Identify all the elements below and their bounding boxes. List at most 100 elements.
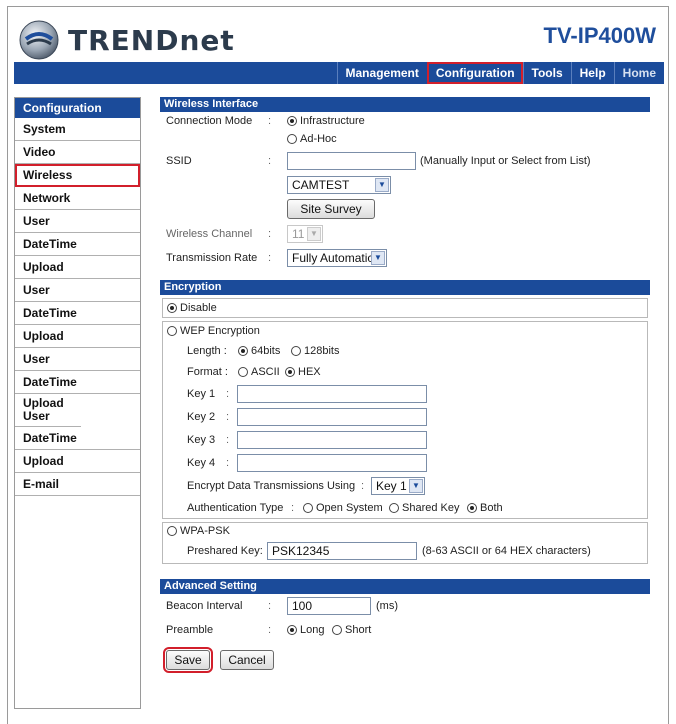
beacon-interval-input[interactable]: 100 xyxy=(287,597,371,615)
save-button[interactable]: Save xyxy=(163,647,213,673)
sidebar-item-video[interactable]: Video xyxy=(15,141,140,164)
radio-128bits[interactable]: 128bits xyxy=(291,345,339,357)
cancel-button[interactable]: Cancel xyxy=(220,650,274,670)
sidebar-item-wireless[interactable]: Wireless xyxy=(15,164,140,187)
sidebar-item-datetime[interactable]: DateTime xyxy=(15,233,140,256)
key2-label: Key 2 xyxy=(187,410,216,423)
chevron-down-icon: ▼ xyxy=(307,227,321,241)
hex-label: HEX xyxy=(298,366,321,378)
main-panel: Wireless Interface Connection Mode : Inf… xyxy=(160,97,650,678)
chevron-down-icon: ▼ xyxy=(409,479,423,493)
connection-mode-label: Connection Mode xyxy=(166,115,253,127)
sidebar-item-user[interactable]: User xyxy=(15,348,140,371)
long-label: Long xyxy=(300,624,325,636)
encryption-disable-box: Disable xyxy=(162,298,648,318)
preshared-key-input[interactable]: PSK12345 xyxy=(267,542,417,560)
wpa-label: WPA-PSK xyxy=(180,525,230,537)
radio-icon xyxy=(291,346,301,357)
ssid-list-select[interactable]: CAMTEST ▼ xyxy=(287,176,391,194)
radio-icon xyxy=(167,326,177,337)
sidebar-item-system[interactable]: System xyxy=(15,118,140,141)
key4-input[interactable] xyxy=(237,453,427,472)
radio-icon xyxy=(238,367,248,378)
transmission-rate-select[interactable]: Fully Automatic ▼ xyxy=(287,249,387,267)
radio-infrastructure[interactable]: Infrastructure xyxy=(287,115,365,127)
radio-long[interactable]: Long xyxy=(287,624,324,636)
radio-icon xyxy=(303,503,313,514)
trendnet-logo-icon xyxy=(19,20,59,60)
nav-tools[interactable]: Tools xyxy=(522,62,571,84)
channel-value: 11 xyxy=(292,227,305,241)
radio-short[interactable]: Short xyxy=(332,624,371,636)
radio-icon xyxy=(332,625,342,636)
colon: : xyxy=(226,456,230,469)
sidebar-item-user[interactable]: User xyxy=(15,279,140,302)
transmission-rate-label: Transmission Rate xyxy=(166,252,258,264)
section-encryption: Encryption xyxy=(160,280,650,295)
sidebar-item-upload[interactable]: Upload xyxy=(15,325,140,348)
colon: : xyxy=(226,387,230,400)
encryption-wep-box: WEP Encryption Length : 64bits 128bits F… xyxy=(162,321,648,519)
radio-open-system[interactable]: Open System xyxy=(303,502,383,514)
key1-label: Key 1 xyxy=(187,387,216,400)
key1-input[interactable] xyxy=(237,384,427,403)
format-label: Format : xyxy=(187,366,228,378)
colon: : xyxy=(268,155,272,167)
encrypt-using-select[interactable]: Key 1 ▼ xyxy=(371,477,425,495)
key3-input[interactable] xyxy=(237,430,427,449)
sidebar-item-user[interactable]: User xyxy=(15,210,140,233)
radio-shared-key[interactable]: Shared Key xyxy=(389,502,459,514)
sidebar-item-datetime[interactable]: DateTime xyxy=(15,427,140,450)
section-advanced-setting: Advanced Setting xyxy=(160,579,650,594)
wireless-channel-label: Wireless Channel xyxy=(166,228,253,240)
wireless-channel-select: 11 ▼ xyxy=(287,225,323,243)
colon: : xyxy=(268,252,272,264)
sidebar-item-email[interactable]: E-mail xyxy=(15,473,140,496)
wep-label: WEP Encryption xyxy=(180,325,260,337)
radio-wep[interactable]: WEP Encryption xyxy=(167,325,260,337)
logo: TRENDnet xyxy=(18,19,235,61)
radio-icon xyxy=(389,503,399,514)
sidebar-item-network[interactable]: Network xyxy=(15,187,140,210)
colon: : xyxy=(226,433,230,446)
short-label: Short xyxy=(345,624,372,636)
page-frame: TRENDnet TV-IP400W Management Configurat… xyxy=(7,6,669,724)
chevron-down-icon: ▼ xyxy=(375,178,389,192)
preshared-key-hint: (8-63 ASCII or 64 HEX characters) xyxy=(422,545,591,557)
radio-ascii[interactable]: ASCII xyxy=(238,366,280,378)
sidebar-item-datetime[interactable]: DateTime xyxy=(15,371,140,394)
radio-both[interactable]: Both xyxy=(467,502,503,514)
colon: : xyxy=(268,600,272,612)
ssid-input[interactable] xyxy=(287,152,416,170)
encrypt-using-value: Key 1 xyxy=(376,479,407,493)
nav-configuration[interactable]: Configuration xyxy=(426,62,523,84)
brand-name: TRENDnet xyxy=(68,23,235,57)
chevron-down-icon: ▼ xyxy=(371,251,385,265)
sidebar: Configuration System Video Wireless Netw… xyxy=(14,97,141,709)
both-label: Both xyxy=(480,502,503,514)
nav-help[interactable]: Help xyxy=(570,62,614,84)
radio-selected-icon xyxy=(287,116,297,127)
nav-management[interactable]: Management xyxy=(336,62,427,84)
nav-home[interactable]: Home xyxy=(613,62,664,84)
colon: : xyxy=(268,624,272,636)
radio-selected-icon xyxy=(467,503,477,514)
radio-disable[interactable]: Disable xyxy=(167,302,217,314)
radio-selected-icon xyxy=(167,303,177,314)
encrypt-using-label: Encrypt Data Transmissions Using xyxy=(187,480,356,492)
site-survey-button[interactable]: Site Survey xyxy=(287,199,375,219)
radio-wpa-psk[interactable]: WPA-PSK xyxy=(167,525,230,537)
colon: : xyxy=(291,502,295,514)
ascii-label: ASCII xyxy=(251,366,280,378)
sidebar-item-upload[interactable]: Upload xyxy=(15,450,140,473)
preshared-key-label: Preshared Key: xyxy=(187,545,263,557)
top-nav: Management Configuration Tools Help Home xyxy=(14,62,664,84)
radio-adhoc[interactable]: Ad-Hoc xyxy=(287,133,337,145)
radio-64bits[interactable]: 64bits xyxy=(238,345,280,357)
sidebar-item-datetime[interactable]: DateTime xyxy=(15,302,140,325)
length-label: Length : xyxy=(187,345,227,357)
radio-hex[interactable]: HEX xyxy=(285,366,321,378)
key2-input[interactable] xyxy=(237,407,427,426)
sidebar-item-upload[interactable]: Upload xyxy=(15,256,140,279)
sidebar-item-upload-user[interactable]: Upload User xyxy=(15,394,81,427)
